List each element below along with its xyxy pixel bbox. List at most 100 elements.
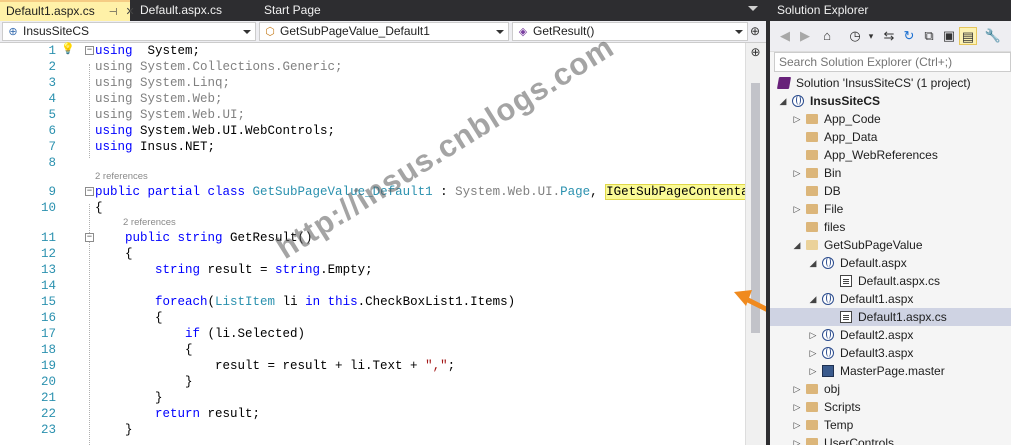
- expand-icon[interactable]: ▷: [792, 434, 802, 445]
- collapse-icon[interactable]: −: [85, 233, 94, 242]
- code-line[interactable]: 13 string result = string.Empty;: [0, 262, 745, 278]
- codelens-references-class[interactable]: 2 references: [95, 170, 148, 183]
- code-token: using: [95, 124, 133, 138]
- collapse-icon[interactable]: ◢: [778, 92, 788, 110]
- code-line[interactable]: 3 using System.Linq;: [0, 75, 745, 91]
- tree-item[interactable]: App_WebReferences: [770, 146, 1011, 164]
- code-line[interactable]: 5 using System.Web.UI;: [0, 107, 745, 123]
- code-line[interactable]: 2 using System.Collections.Generic;: [0, 59, 745, 75]
- tree-item[interactable]: ▷ Bin: [770, 164, 1011, 182]
- code-area[interactable]: 💡 2 references 2 references 1− using Syst…: [0, 43, 766, 445]
- tree-item-label: Bin: [824, 166, 842, 180]
- code-line[interactable]: 22 return result;: [0, 406, 745, 422]
- code-line[interactable]: 23 }: [0, 422, 745, 438]
- code-line[interactable]: 20 }: [0, 374, 745, 390]
- back-icon[interactable]: ◀: [776, 27, 794, 45]
- tree-item[interactable]: Default.aspx.cs: [770, 272, 1011, 290]
- expand-icon[interactable]: ▷: [792, 110, 802, 128]
- code-line[interactable]: 21 }: [0, 390, 745, 406]
- code-line[interactable]: 7 using Insus.NET;: [0, 139, 745, 155]
- code-line[interactable]: 11− public string GetResult(): [0, 230, 745, 246]
- tree-item[interactable]: DB: [770, 182, 1011, 200]
- code-line[interactable]: 17 if (li.Selected): [0, 326, 745, 342]
- tab-default1-aspx-cs[interactable]: Default1.aspx.cs ⊣ ✕: [0, 0, 135, 22]
- tree-item[interactable]: App_Data: [770, 128, 1011, 146]
- search-input[interactable]: [774, 52, 1011, 72]
- collapse-icon[interactable]: ◢: [792, 236, 802, 254]
- tree-item[interactable]: ▷ Temp: [770, 416, 1011, 434]
- tree-item[interactable]: ▷ obj: [770, 380, 1011, 398]
- code-line[interactable]: 19 result = result + li.Text + ",";: [0, 358, 745, 374]
- expand-icon[interactable]: ▷: [792, 200, 802, 218]
- forward-icon[interactable]: ▶: [796, 27, 814, 45]
- tree-item[interactable]: ▷ Default2.aspx: [770, 326, 1011, 344]
- code-line[interactable]: 1 − using System;: [0, 43, 745, 59]
- chevron-down-icon[interactable]: ▾: [862, 27, 880, 45]
- refresh-icon[interactable]: ↻: [900, 27, 918, 45]
- line-number: 19: [40, 359, 56, 373]
- code-text: {: [95, 246, 133, 262]
- show-all-files-icon[interactable]: ▣: [940, 27, 958, 45]
- code-line[interactable]: 12 {: [0, 246, 745, 262]
- expand-icon[interactable]: ▷: [792, 164, 802, 182]
- code-line[interactable]: 6 using System.Web.UI.WebControls;: [0, 123, 745, 139]
- line-number: 22: [40, 407, 56, 421]
- tab-overflow-dropdown-icon[interactable]: [748, 6, 758, 11]
- splitter-icon[interactable]: ⊕: [747, 45, 764, 59]
- sync-icon[interactable]: ⇆: [880, 27, 898, 45]
- expand-icon[interactable]: ▷: [792, 398, 802, 416]
- web-page-icon: [822, 257, 834, 269]
- tree-item[interactable]: Default1.aspx.cs: [770, 308, 1011, 326]
- tab-default-aspx-cs[interactable]: Default.aspx.cs: [134, 0, 254, 21]
- expand-icon[interactable]: ▷: [792, 416, 802, 434]
- code-line[interactable]: 4 using System.Web;: [0, 91, 745, 107]
- tree-item[interactable]: files: [770, 218, 1011, 236]
- split-window-icon[interactable]: ⊕: [748, 22, 762, 40]
- tree-item[interactable]: ▷ MasterPage.master: [770, 362, 1011, 380]
- collapse-icon[interactable]: −: [85, 187, 94, 196]
- line-number: 9: [48, 185, 56, 199]
- code-line[interactable]: 14: [0, 278, 745, 294]
- collapse-icon[interactable]: −: [85, 46, 94, 55]
- collapse-icon[interactable]: ◢: [808, 290, 818, 308]
- solution-explorer-toolbar: ◀ ▶ ⌂ ◷ ▾ ⇆ ↻ ⧉ ▣ ▤ 🔧: [770, 21, 1011, 52]
- expand-icon[interactable]: ▷: [808, 344, 818, 362]
- tree-item[interactable]: ▷ File: [770, 200, 1011, 218]
- codelens-references-method[interactable]: 2 references: [123, 216, 176, 229]
- tree-item[interactable]: ▷ App_Code: [770, 110, 1011, 128]
- tree-item[interactable]: ◢ GetSubPageValue: [770, 236, 1011, 254]
- code-line[interactable]: 16 {: [0, 310, 745, 326]
- collapse-all-icon[interactable]: ⧉: [920, 27, 938, 45]
- tree-item[interactable]: ▷ Scripts: [770, 398, 1011, 416]
- expand-icon[interactable]: ▷: [792, 380, 802, 398]
- home-icon[interactable]: ⌂: [818, 27, 836, 45]
- tree-item[interactable]: ◢ Default.aspx: [770, 254, 1011, 272]
- code-line[interactable]: 18 {: [0, 342, 745, 358]
- vertical-scrollbar[interactable]: ⊕: [745, 43, 766, 445]
- preview-selected-icon[interactable]: ▤: [959, 27, 977, 45]
- tree-item[interactable]: ▷ Default3.aspx: [770, 344, 1011, 362]
- tree-item[interactable]: Solution 'InsusSiteCS' (1 project): [770, 74, 1011, 92]
- code-token: (li.Selected): [200, 327, 306, 341]
- tab-start-page[interactable]: Start Page: [258, 0, 358, 21]
- expand-icon[interactable]: ▷: [808, 326, 818, 344]
- tree-item[interactable]: ▷ UserControls: [770, 434, 1011, 445]
- tree-item[interactable]: ◢ InsusSiteCS: [770, 92, 1011, 110]
- collapse-icon[interactable]: ◢: [808, 254, 818, 272]
- code-text: using System.Collections.Generic;: [95, 59, 343, 75]
- code-token: this: [327, 295, 358, 309]
- member-dropdown[interactable]: ◈ GetResult(): [512, 22, 748, 41]
- solution-icon: [776, 77, 792, 89]
- properties-wrench-icon[interactable]: 🔧: [984, 27, 1002, 45]
- type-dropdown[interactable]: ⬡ GetSubPageValue_Default1: [259, 22, 509, 41]
- project-dropdown[interactable]: ⊕ InsusSiteCS: [2, 22, 256, 41]
- tree-item-label: File: [824, 202, 844, 216]
- tree-item-label: Temp: [824, 418, 854, 432]
- tree-item[interactable]: ◢ Default1.aspx: [770, 290, 1011, 308]
- expand-icon[interactable]: ▷: [808, 362, 818, 380]
- code-line[interactable]: 15 foreach(ListItem li in this.CheckBoxL…: [0, 294, 745, 310]
- pin-icon[interactable]: ⊣: [109, 4, 118, 22]
- code-line[interactable]: 8: [0, 155, 745, 171]
- line-number: 7: [48, 140, 56, 154]
- line-number: 18: [40, 343, 56, 357]
